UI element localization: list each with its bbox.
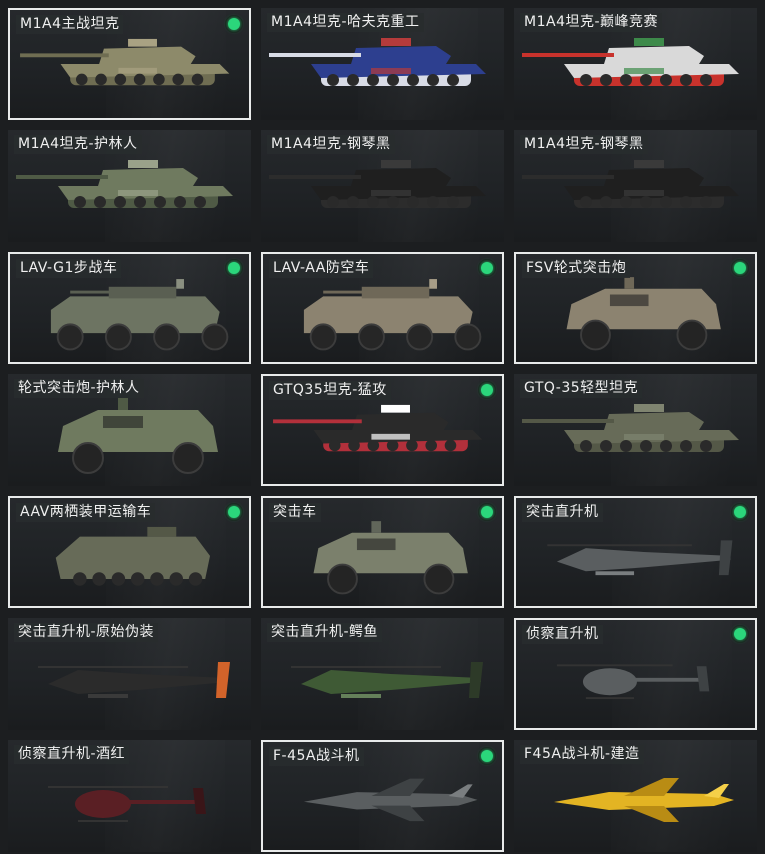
vehicle-card[interactable]: AAV两栖装甲运输车 bbox=[8, 496, 251, 608]
vehicle-card[interactable]: LAV-AA防空车 bbox=[261, 252, 504, 364]
equipped-indicator-icon bbox=[478, 747, 496, 765]
vehicle-name: M1A4坦克-哈夫克重工 bbox=[267, 13, 424, 32]
equipped-indicator-icon bbox=[225, 259, 243, 277]
vehicle-card[interactable]: M1A4坦克-巅峰竞赛 bbox=[514, 8, 757, 120]
vehicle-name: LAV-G1步战车 bbox=[16, 259, 122, 278]
vehicle-name: M1A4主战坦克 bbox=[16, 15, 124, 34]
vehicle-card[interactable]: 侦察直升机 bbox=[514, 618, 757, 730]
equipped-indicator-icon bbox=[731, 625, 749, 643]
vehicle-name: M1A4坦克-钢琴黑 bbox=[267, 135, 395, 154]
vehicle-name: 突击直升机 bbox=[522, 503, 603, 522]
vehicle-card[interactable]: FSV轮式突击炮 bbox=[514, 252, 757, 364]
equipped-indicator-icon bbox=[225, 503, 243, 521]
vehicle-name: 突击直升机-鳄鱼 bbox=[267, 623, 383, 642]
vehicle-card[interactable]: 轮式突击炮-护林人 bbox=[8, 374, 251, 486]
vehicle-name: 侦察直升机 bbox=[522, 625, 603, 644]
equipped-indicator-icon bbox=[478, 503, 496, 521]
vehicle-skin-grid: M1A4主战坦克 M1A4坦克-哈夫克重工 M1A4坦克-巅峰竞赛 M1A4坦克-护林… bbox=[0, 0, 765, 854]
vehicle-name: 突击车 bbox=[269, 503, 321, 522]
vehicle-name: M1A4坦克-护林人 bbox=[14, 135, 142, 154]
equipped-indicator-icon bbox=[225, 15, 243, 33]
vehicle-card[interactable]: 突击直升机-鳄鱼 bbox=[261, 618, 504, 730]
vehicle-card[interactable]: M1A4坦克-哈夫克重工 bbox=[261, 8, 504, 120]
vehicle-card[interactable]: M1A4坦克-护林人 bbox=[8, 130, 251, 242]
vehicle-name: F45A战斗机-建造 bbox=[520, 745, 644, 764]
vehicle-name: LAV-AA防空车 bbox=[269, 259, 374, 278]
vehicle-name: AAV两栖装甲运输车 bbox=[16, 503, 156, 522]
vehicle-name: F-45A战斗机 bbox=[269, 747, 364, 766]
vehicle-name: GTQ35坦克-猛攻 bbox=[269, 381, 391, 400]
equipped-indicator-icon bbox=[731, 259, 749, 277]
vehicle-card[interactable]: F45A战斗机-建造 bbox=[514, 740, 757, 852]
vehicle-card[interactable]: F-45A战斗机 bbox=[261, 740, 504, 852]
vehicle-name: 轮式突击炮-护林人 bbox=[14, 379, 144, 398]
vehicle-name: 突击直升机-原始伪装 bbox=[14, 623, 159, 642]
vehicle-name: M1A4坦克-巅峰竞赛 bbox=[520, 13, 663, 32]
vehicle-name: FSV轮式突击炮 bbox=[522, 259, 631, 278]
vehicle-card[interactable]: 侦察直升机-酒红 bbox=[8, 740, 251, 852]
equipped-indicator-icon bbox=[478, 259, 496, 277]
vehicle-card[interactable]: M1A4主战坦克 bbox=[8, 8, 251, 120]
vehicle-card[interactable]: GTQ35坦克-猛攻 bbox=[261, 374, 504, 486]
vehicle-card[interactable]: 突击车 bbox=[261, 496, 504, 608]
vehicle-card[interactable]: 突击直升机-原始伪装 bbox=[8, 618, 251, 730]
vehicle-card[interactable]: LAV-G1步战车 bbox=[8, 252, 251, 364]
vehicle-name: M1A4坦克-钢琴黑 bbox=[520, 135, 648, 154]
vehicle-card[interactable]: M1A4坦克-钢琴黑 bbox=[514, 130, 757, 242]
equipped-indicator-icon bbox=[731, 503, 749, 521]
vehicle-name: 侦察直升机-酒红 bbox=[14, 745, 130, 764]
vehicle-card[interactable]: GTQ-35轻型坦克 bbox=[514, 374, 757, 486]
vehicle-card[interactable]: M1A4坦克-钢琴黑 bbox=[261, 130, 504, 242]
vehicle-card[interactable]: 突击直升机 bbox=[514, 496, 757, 608]
equipped-indicator-icon bbox=[478, 381, 496, 399]
vehicle-name: GTQ-35轻型坦克 bbox=[520, 379, 643, 398]
